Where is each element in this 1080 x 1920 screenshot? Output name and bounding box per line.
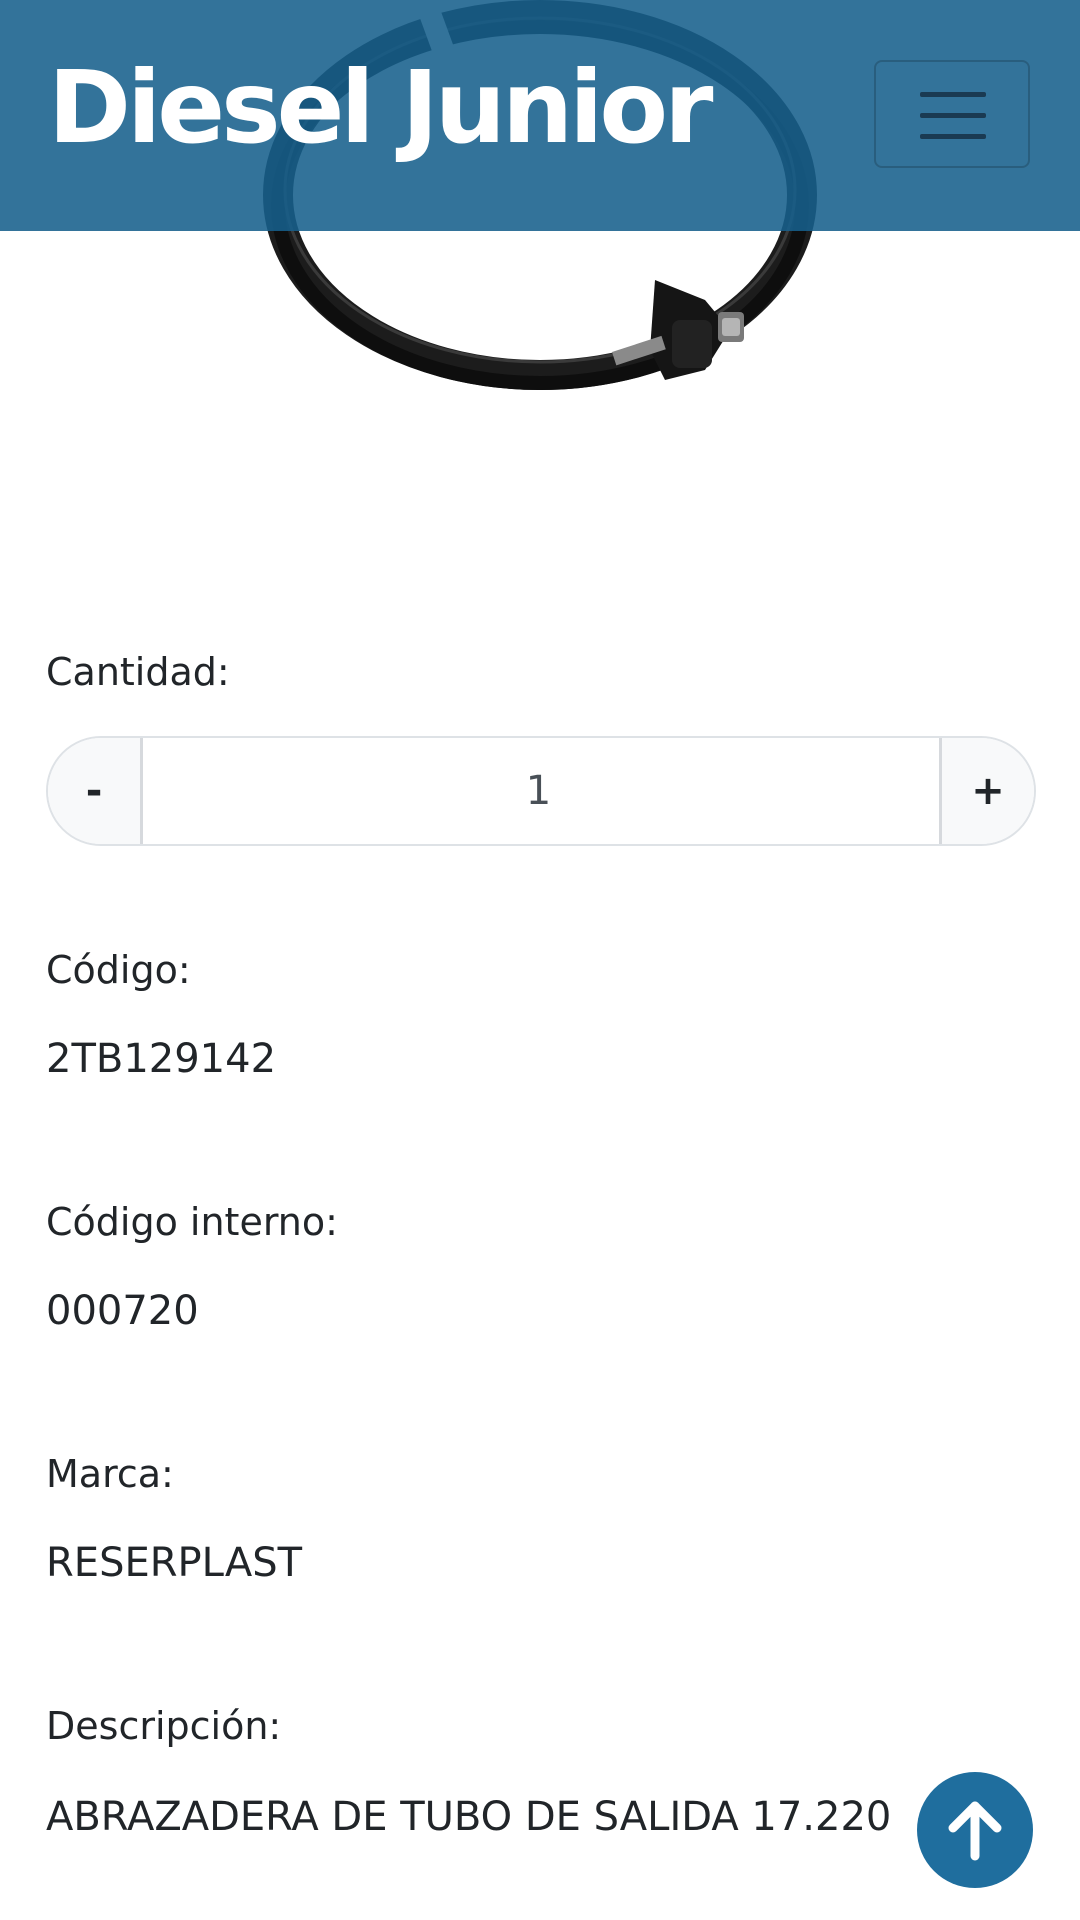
- code-label: Código:: [46, 948, 191, 992]
- arrow-up-icon: [948, 1801, 1002, 1861]
- quantity-label: Cantidad:: [46, 650, 230, 694]
- quantity-input[interactable]: [143, 738, 934, 844]
- internal-code-label: Código interno:: [46, 1200, 338, 1244]
- internal-code-value: 000720: [46, 1288, 199, 1334]
- decrease-quantity-button[interactable]: -: [48, 738, 143, 844]
- code-value: 2TB129142: [46, 1036, 277, 1082]
- increase-quantity-button[interactable]: +: [939, 738, 1034, 844]
- scroll-to-top-button[interactable]: [917, 1772, 1033, 1888]
- navbar: Diesel Junior: [0, 0, 1080, 231]
- brand-logo[interactable]: Diesel Junior: [48, 38, 713, 178]
- product-detail-page: Diesel Junior Cantidad: - + Código: 2TB1…: [0, 0, 1080, 1920]
- description-label: Descripción:: [46, 1704, 282, 1748]
- brand-value: RESERPLAST: [46, 1540, 303, 1586]
- brand-label: Marca:: [46, 1452, 174, 1496]
- menu-toggle-button[interactable]: [874, 60, 1030, 168]
- description-value: ABRAZADERA DE TUBO DE SALIDA 17.220: [46, 1794, 892, 1840]
- quantity-stepper: - +: [46, 736, 1036, 846]
